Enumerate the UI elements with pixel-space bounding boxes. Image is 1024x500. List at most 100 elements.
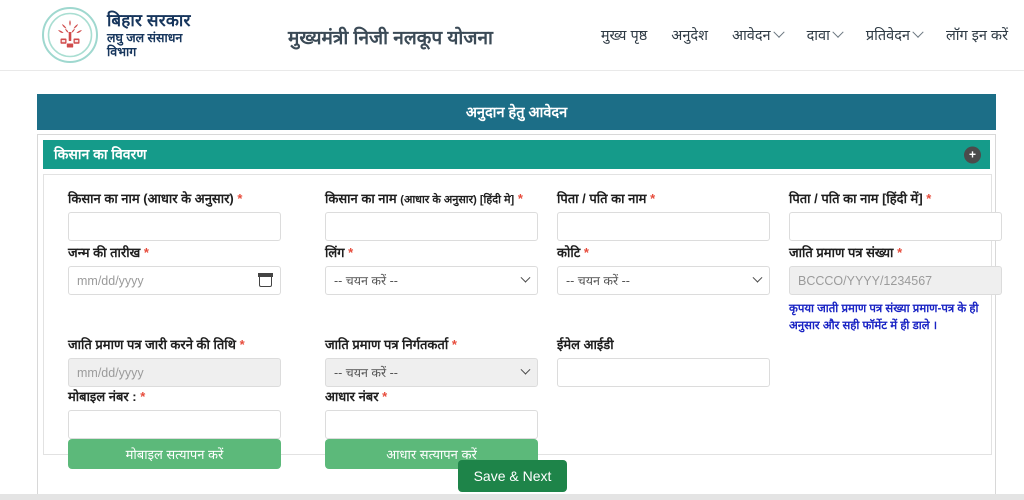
brand-text: बिहार सरकार लघु जल संसाधन विभाग bbox=[107, 11, 191, 58]
required-marker: * bbox=[140, 389, 146, 404]
category-selected-value: -- चयन करें -- bbox=[566, 274, 630, 288]
required-marker: * bbox=[382, 389, 388, 404]
field-father-name-hindi: पिता / पति का नाम [हिंदी में] * bbox=[765, 189, 1002, 241]
field-category: कोटि * -- चयन करें -- bbox=[533, 243, 770, 334]
dob-label: जन्म की तारीख * bbox=[68, 243, 301, 261]
page-title: मुख्यमंत्री निजी नलकूप योजना bbox=[288, 28, 493, 49]
nav-item-claim[interactable]: दावा bbox=[807, 25, 844, 45]
field-gender: लिंग * -- चयन करें -- bbox=[301, 243, 538, 334]
caste-cert-no-label-text: जाति प्रमाण पत्र संख्या bbox=[789, 245, 894, 260]
nav-item-login-label: लॉग इन करें bbox=[945, 28, 1008, 44]
gender-select[interactable]: -- चयन करें -- bbox=[325, 266, 538, 295]
required-marker: * bbox=[237, 191, 243, 206]
nav-item-login[interactable]: लॉग इन करें bbox=[946, 25, 1008, 45]
gender-label: लिंग * bbox=[325, 243, 533, 261]
caste-cert-no-input[interactable]: BCCCO/YYYY/1234567 bbox=[789, 266, 1002, 295]
gender-selected-value: -- चयन करें -- bbox=[334, 274, 398, 288]
content-area: अनुदान हेतु आवेदन किसान का विवरण + किसान… bbox=[0, 71, 1024, 500]
chevron-down-icon bbox=[520, 272, 531, 283]
aadhaar-input[interactable] bbox=[325, 410, 538, 439]
save-button-container: Save & Next bbox=[38, 460, 987, 492]
email-label-text: ईमेल आईडी bbox=[557, 337, 614, 352]
caste-cert-issuer-select[interactable]: -- चयन करें -- bbox=[325, 358, 538, 387]
field-spacer-3 bbox=[533, 387, 765, 439]
field-farmer-name: किसान का नाम (आधार के अनुसार) * bbox=[44, 189, 301, 241]
required-marker: * bbox=[451, 337, 457, 352]
father-name-label-text: पिता / पति का नाम bbox=[557, 191, 647, 206]
gender-label-text: लिंग bbox=[325, 245, 345, 260]
field-spacer-4 bbox=[765, 387, 993, 439]
brand-logo[interactable]: बिहार सरकार लघु जल संसाधन विभाग bbox=[42, 7, 191, 63]
father-name-label: पिता / पति का नाम * bbox=[557, 189, 765, 207]
field-father-name: पिता / पति का नाम * bbox=[533, 189, 770, 241]
nav-item-application-label: आवेदन bbox=[731, 28, 771, 44]
chevron-down-icon bbox=[772, 26, 785, 38]
field-mobile: मोबाइल नंबर : * bbox=[44, 387, 301, 439]
farmer-name-hindi-label-main: किसान का नाम bbox=[325, 191, 397, 206]
caste-cert-no-placeholder: BCCCO/YYYY/1234567 bbox=[798, 273, 933, 288]
farmer-name-label-text: किसान का नाम (आधार के अनुसार) bbox=[68, 191, 234, 206]
nav-item-application[interactable]: आवेदन bbox=[731, 25, 785, 45]
calendar-icon[interactable] bbox=[258, 273, 273, 287]
caste-cert-issuer-selected-value: -- चयन करें -- bbox=[334, 366, 398, 380]
farmer-details-form: किसान का नाम (आधार के अनुसार) * किसान का… bbox=[43, 174, 1002, 469]
father-name-input[interactable] bbox=[557, 212, 770, 241]
application-page: बिहार सरकार लघु जल संसाधन विभाग मुख्यमंत… bbox=[0, 0, 1024, 500]
section-header-farmer-details[interactable]: किसान का विवरण + bbox=[43, 140, 990, 169]
caste-cert-note: कृपया जाती प्रमाण पत्र संख्या प्रमाण-पत्… bbox=[789, 303, 979, 332]
required-marker: * bbox=[926, 191, 932, 206]
farmer-name-hindi-input[interactable] bbox=[325, 212, 538, 241]
caste-cert-issuer-label: जाति प्रमाण पत्र निर्गतकर्ता * bbox=[325, 335, 533, 353]
main-navigation: मुख्य पृष्ठ अनुदेश आवेदन दावा प्रतिवेदन … bbox=[601, 25, 1008, 45]
form-row-mobile-aadhaar: मोबाइल नंबर : * आधार नंबर * bbox=[44, 387, 993, 439]
nav-item-instructions-label: अनुदेश bbox=[671, 28, 708, 44]
bihar-emblem-icon bbox=[42, 7, 98, 63]
father-name-hindi-input[interactable] bbox=[789, 212, 1002, 241]
dob-placeholder: mm/dd/yyyy bbox=[77, 273, 144, 288]
form-row-names: किसान का नाम (आधार के अनुसार) * किसान का… bbox=[44, 189, 1002, 241]
form-banner: अनुदान हेतु आवेदन bbox=[37, 94, 996, 130]
father-name-hindi-label-text: पिता / पति का नाम [हिंदी में] bbox=[789, 191, 923, 206]
chevron-down-icon bbox=[832, 26, 844, 38]
aadhaar-label-text: आधार नंबर bbox=[325, 389, 379, 404]
top-navbar: बिहार सरकार लघु जल संसाधन विभाग मुख्यमंत… bbox=[0, 0, 1024, 71]
plus-icon[interactable]: + bbox=[964, 146, 981, 163]
category-label-text: कोटि bbox=[557, 245, 581, 260]
caste-cert-issuer-label-text: जाति प्रमाण पत्र निर्गतकर्ता bbox=[325, 337, 449, 352]
category-select[interactable]: -- चयन करें -- bbox=[557, 266, 770, 295]
form-banner-title: अनुदान हेतु आवेदन bbox=[465, 105, 568, 121]
nav-item-report-label: प्रतिवेदन bbox=[865, 28, 910, 44]
farmer-name-input[interactable] bbox=[68, 212, 281, 241]
caste-cert-date-input[interactable]: mm/dd/yyyy bbox=[68, 358, 281, 387]
dob-date-input[interactable]: mm/dd/yyyy bbox=[68, 266, 281, 295]
save-and-next-button[interactable]: Save & Next bbox=[457, 460, 568, 492]
chevron-down-icon bbox=[752, 272, 763, 283]
mobile-label-text: मोबाइल नंबर : bbox=[68, 389, 137, 404]
field-caste-certificate-number: जाति प्रमाण पत्र संख्या * BCCCO/YYYY/123… bbox=[765, 243, 1002, 334]
farmer-name-hindi-label-small: (आधार के अनुसार) [हिंदी मे] bbox=[400, 194, 515, 206]
form-row-caste-email: जाति प्रमाण पत्र जारी करने की तिथि * mm/… bbox=[44, 335, 993, 387]
required-marker: * bbox=[239, 337, 245, 352]
nav-item-instructions[interactable]: अनुदेश bbox=[671, 25, 708, 45]
category-label: कोटि * bbox=[557, 243, 765, 261]
field-email: ईमेल आईडी bbox=[533, 335, 770, 387]
mobile-input[interactable] bbox=[68, 410, 281, 439]
farmer-name-label: किसान का नाम (आधार के अनुसार) * bbox=[68, 189, 301, 207]
required-marker: * bbox=[583, 245, 589, 260]
email-input[interactable] bbox=[557, 358, 770, 387]
nav-item-home[interactable]: मुख्य पृष्ठ bbox=[601, 25, 647, 45]
father-name-hindi-label: पिता / पति का नाम [हिंदी में] * bbox=[789, 189, 993, 207]
chevron-down-icon bbox=[912, 26, 924, 38]
caste-cert-date-label: जाति प्रमाण पत्र जारी करने की तिथि * bbox=[68, 335, 301, 353]
farmer-details-panel: किसान का विवरण + किसान का नाम (आधार के अ… bbox=[37, 134, 1002, 500]
field-empty-spacer bbox=[765, 335, 993, 387]
brand-line-1: बिहार सरकार bbox=[107, 11, 191, 31]
required-marker: * bbox=[897, 245, 903, 260]
nav-item-report[interactable]: प्रतिवेदन bbox=[865, 25, 924, 45]
caste-cert-date-label-text: जाति प्रमाण पत्र जारी करने की तिथि bbox=[68, 337, 236, 352]
required-marker: * bbox=[348, 245, 354, 260]
farmer-name-hindi-label: किसान का नाम (आधार के अनुसार) [हिंदी मे]… bbox=[325, 189, 533, 207]
footer-strip bbox=[0, 494, 1024, 500]
field-caste-cert-date: जाति प्रमाण पत्र जारी करने की तिथि * mm/… bbox=[44, 335, 301, 387]
dob-label-text: जन्म की तारीख bbox=[68, 245, 141, 260]
